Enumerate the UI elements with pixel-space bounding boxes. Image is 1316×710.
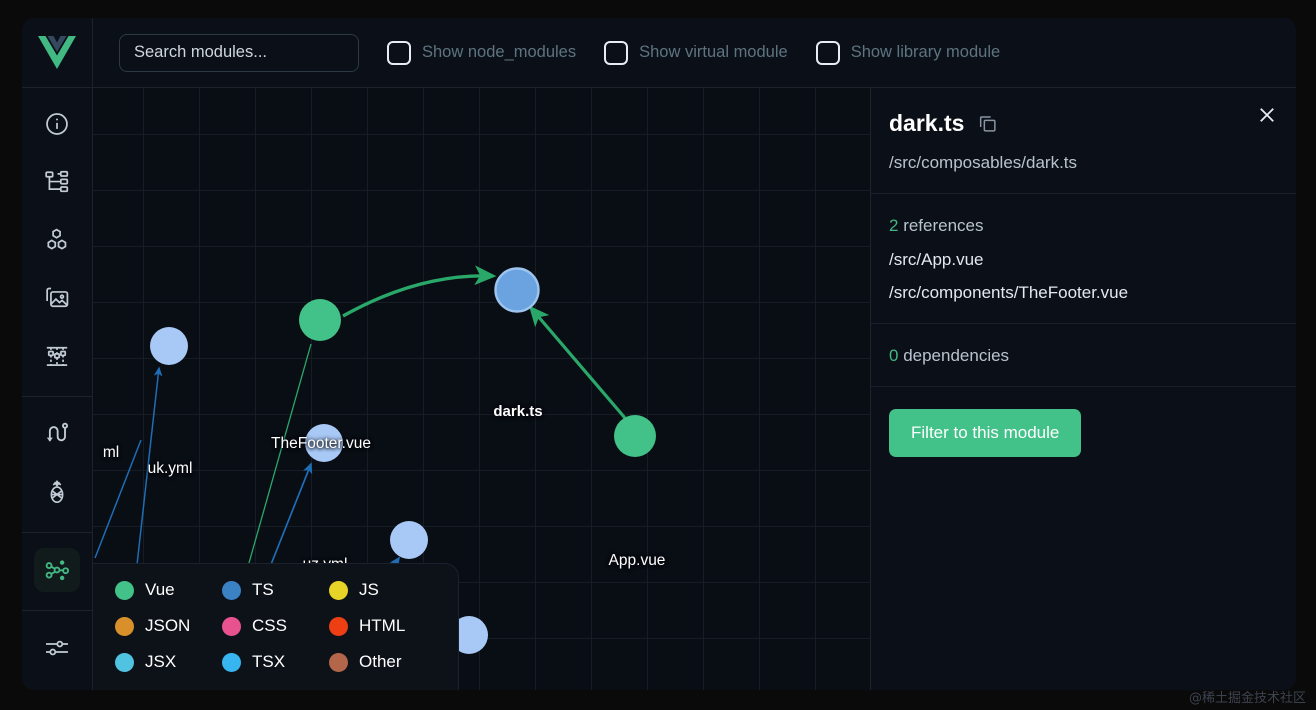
legend-color-swatch [329, 617, 348, 636]
checkbox-show-virtual-module[interactable]: Show virtual module [604, 41, 788, 65]
reference-item[interactable]: /src/App.vue [889, 250, 1278, 270]
pineapple-icon [44, 479, 70, 505]
graph-edge [531, 308, 625, 418]
dependencies-word: dependencies [898, 346, 1009, 365]
module-graph-canvas[interactable]: ml uk.yml TheFooter.vue dark.ts App.vue … [93, 88, 870, 690]
legend-item-json: JSON [115, 616, 222, 636]
legend-label: Vue [145, 580, 175, 600]
checkbox-show-library-module[interactable]: Show library module [816, 41, 1000, 65]
reference-item[interactable]: /src/components/TheFooter.vue [889, 283, 1278, 303]
dependencies-count: 0 dependencies [889, 346, 1278, 366]
legend-label: CSS [252, 616, 287, 636]
graph-node [614, 415, 656, 457]
details-dependencies: 0 dependencies [871, 324, 1296, 387]
legend-item-js: JS [329, 580, 436, 600]
graph-node [150, 327, 188, 365]
sidebar-item-pinia[interactable] [34, 470, 80, 514]
graph-node [305, 424, 343, 462]
legend-label: JSON [145, 616, 190, 636]
legend-item-css: CSS [222, 616, 329, 636]
checkbox-box-icon[interactable] [604, 41, 628, 65]
legend-item-html: HTML [329, 616, 436, 636]
legend-item-tsx: TSX [222, 652, 329, 672]
vue-logo-icon[interactable] [22, 18, 93, 87]
checkbox-box-icon[interactable] [387, 41, 411, 65]
checkbox-box-icon[interactable] [816, 41, 840, 65]
graph-node [299, 299, 341, 341]
sitemap-icon [44, 169, 70, 195]
legend-label: TSX [252, 652, 285, 672]
module-details-panel: dark.ts /src/composables/dark.ts 2 refer… [870, 88, 1296, 690]
legend-label: JSX [145, 652, 176, 672]
legend-color-swatch [222, 653, 241, 672]
search-input[interactable] [119, 34, 359, 72]
legend-color-swatch [115, 617, 134, 636]
sidebar-divider [22, 610, 92, 611]
filter-to-module-button[interactable]: Filter to this module [889, 409, 1081, 457]
legend-label: TS [252, 580, 274, 600]
main-body: ml uk.yml TheFooter.vue dark.ts App.vue … [22, 88, 1296, 690]
toolbar-controls: Show node_modules Show virtual module Sh… [93, 18, 1296, 87]
sidebar-item-flow[interactable] [34, 412, 80, 456]
graph-node [390, 521, 428, 559]
sliders-icon [43, 634, 71, 662]
file-type-legend: Vue TS JS JSON CSS [93, 563, 459, 690]
timeline-icon [44, 343, 70, 369]
legend-label: HTML [359, 616, 405, 636]
checkbox-show-node-modules[interactable]: Show node_modules [387, 41, 576, 65]
checkbox-label: Show library module [851, 43, 1000, 62]
graph-nodes-icon [43, 556, 71, 584]
legend-label: JS [359, 580, 379, 600]
watermark: @稀土掘金技术社区 [1189, 687, 1306, 706]
legend-item-jsx: JSX [115, 652, 222, 672]
graph-edge [343, 276, 493, 316]
graph-node [496, 269, 539, 312]
legend-color-swatch [222, 617, 241, 636]
sidebar-item-components[interactable] [34, 218, 80, 262]
close-panel-button[interactable] [1254, 102, 1280, 128]
sidebar-divider [22, 532, 92, 533]
legend-item-other: Other [329, 652, 436, 672]
legend-item-vue: Vue [115, 580, 222, 600]
legend-color-swatch [329, 653, 348, 672]
sidebar-item-graph[interactable] [34, 548, 80, 592]
toolbar: Show node_modules Show virtual module Sh… [22, 18, 1296, 88]
info-circle-icon [44, 111, 70, 137]
legend-label: Other [359, 652, 402, 672]
details-header: dark.ts /src/composables/dark.ts [871, 88, 1296, 194]
legend-item-ts: TS [222, 580, 329, 600]
sidebar-divider [22, 396, 92, 397]
legend-color-swatch [329, 581, 348, 600]
sidebar-item-overview[interactable] [34, 102, 80, 146]
copy-icon[interactable] [977, 113, 998, 134]
graph-edge [95, 440, 141, 558]
sidebar-item-assets[interactable] [34, 276, 80, 320]
hexagon-group-icon [44, 227, 70, 253]
flow-arrow-icon [44, 421, 70, 447]
details-references: 2 references /src/App.vue /src/component… [871, 194, 1296, 324]
details-actions: Filter to this module [871, 387, 1296, 479]
module-path: /src/composables/dark.ts [889, 153, 1278, 173]
sidebar-item-timeline[interactable] [34, 334, 80, 378]
page-title: dark.ts [889, 110, 964, 137]
close-icon [1256, 104, 1278, 126]
legend-color-swatch [115, 653, 134, 672]
sidebar [22, 88, 93, 690]
legend-color-swatch [115, 581, 134, 600]
references-word: references [898, 216, 983, 235]
checkbox-label: Show node_modules [422, 43, 576, 62]
image-icon [44, 285, 70, 311]
checkbox-label: Show virtual module [639, 43, 788, 62]
legend-color-swatch [222, 581, 241, 600]
devtools-window: Show node_modules Show virtual module Sh… [22, 18, 1296, 690]
sidebar-item-module-tree[interactable] [34, 160, 80, 204]
details-title-row: dark.ts [889, 110, 1278, 137]
references-count: 2 references [889, 216, 1278, 236]
sidebar-item-settings[interactable] [34, 626, 80, 670]
